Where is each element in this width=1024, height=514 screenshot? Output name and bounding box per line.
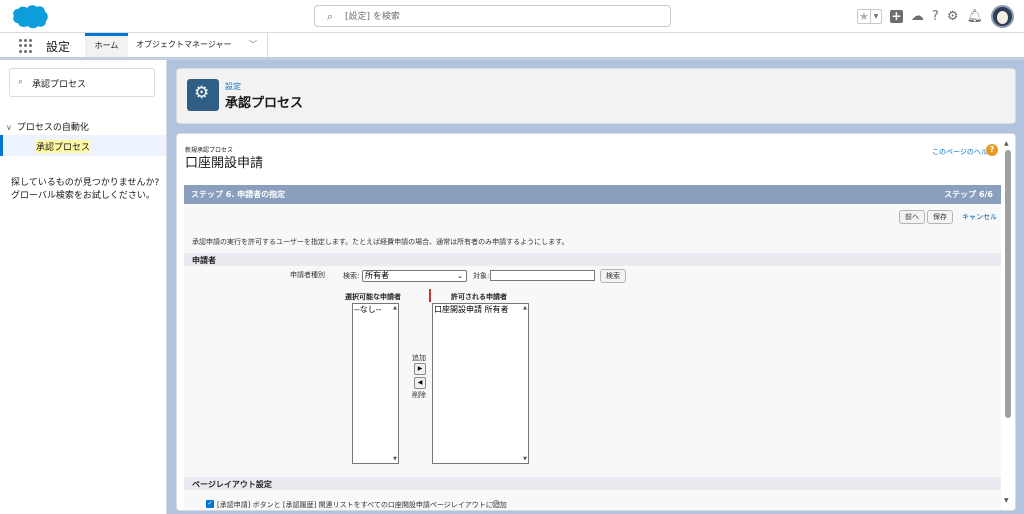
quick-find-value: 承認プロセス bbox=[32, 80, 87, 90]
target-label: 対象: bbox=[473, 272, 490, 280]
setup-page-icon: ⚙ bbox=[187, 79, 219, 111]
available-submitters-list[interactable]: --なし-- ▲ ▼ bbox=[352, 303, 399, 464]
remove-label: 削除 bbox=[412, 391, 426, 399]
chevron-down-icon[interactable]: ﹀ bbox=[249, 33, 257, 57]
sidebar-item-label: 承認プロセス bbox=[36, 140, 91, 153]
favorites-star-icon[interactable]: ★ bbox=[856, 9, 871, 24]
trailhead-icon[interactable]: ☁ bbox=[911, 10, 924, 23]
scroll-up-icon[interactable]: ▲ bbox=[1004, 140, 1009, 147]
previous-button[interactable]: 前へ bbox=[899, 210, 925, 224]
scroll-down-icon[interactable]: ▼ bbox=[523, 456, 527, 462]
step-description: 承認申請の実行を許可するユーザーを指定します。たとえば経費申請の場合、通常は所有… bbox=[192, 238, 569, 246]
add-to-layout-label: [承認申請] ボタンと [承認履歴] 関連リストをすべての口座開設申請ページレイ… bbox=[217, 501, 507, 509]
list-item[interactable]: --なし-- bbox=[354, 304, 382, 315]
allowed-submitters-list[interactable]: 口座開設申請 所有者 ▲ ▼ bbox=[432, 303, 529, 464]
page-title: 承認プロセス bbox=[225, 96, 304, 111]
page-layout-section-title: ページレイアウト設定 bbox=[192, 480, 272, 489]
submitter-type-label: 申請者種別 bbox=[290, 271, 325, 279]
header-utility-icons: ★ ▼ + ☁ ? ⚙ 🔔︎ bbox=[856, 4, 1014, 29]
required-indicator bbox=[429, 289, 431, 302]
submitters-section-header: 申請者 bbox=[184, 253, 1001, 266]
list-item[interactable]: 口座開設申請 所有者 bbox=[434, 304, 509, 315]
notifications-bell-icon[interactable]: 🔔︎ bbox=[966, 10, 983, 23]
help-icon[interactable]: ? bbox=[932, 10, 939, 23]
scroll-up-icon[interactable]: ▲ bbox=[393, 305, 397, 311]
remove-arrow-button[interactable]: ◀ bbox=[414, 377, 426, 389]
breadcrumb[interactable]: 設定 bbox=[225, 81, 241, 92]
allowed-submitters-header: 許可される申請者 bbox=[451, 293, 507, 301]
page-layout-section-header: ページレイアウト設定 bbox=[184, 477, 1001, 490]
search-icon: ⌕ bbox=[18, 77, 24, 87]
step-header: ステップ 6. 申請者の指定 ステップ 6/6 bbox=[184, 185, 1001, 204]
main-content: 新規承認プロセス 口座開設申請 このページのヘルプ ? ▲ ▼ ステップ 6. … bbox=[176, 133, 1016, 511]
global-search-input[interactable] bbox=[345, 9, 645, 24]
step-body bbox=[184, 204, 1001, 510]
favorites-dropdown-icon[interactable]: ▼ bbox=[870, 9, 882, 24]
sidebar-section-process-automation[interactable]: ∨ プロセスの自動化 bbox=[6, 120, 89, 133]
global-actions-icon[interactable]: + bbox=[889, 10, 903, 23]
global-header: ⌕ ★ ▼ + ☁ ? ⚙ 🔔︎ bbox=[0, 0, 1024, 33]
user-avatar[interactable] bbox=[991, 5, 1014, 28]
avatar-face bbox=[997, 11, 1008, 24]
add-label: 追加 bbox=[412, 354, 426, 362]
search-label: 検索: bbox=[343, 272, 360, 280]
content-title: 口座開設申請 bbox=[185, 156, 264, 171]
tab-home[interactable]: ホーム bbox=[85, 33, 128, 57]
target-search-input[interactable] bbox=[490, 270, 595, 281]
info-icon[interactable]: i bbox=[492, 500, 500, 508]
step-title: ステップ 6. 申請者の指定 bbox=[191, 190, 286, 199]
quick-find-input[interactable]: ⌕ 承認プロセス bbox=[9, 68, 155, 97]
scrollbar-thumb[interactable] bbox=[1005, 150, 1011, 418]
app-launcher-icon[interactable] bbox=[19, 39, 33, 53]
chevron-down-icon: ∨ bbox=[6, 123, 12, 132]
salesforce-logo[interactable] bbox=[11, 4, 49, 29]
app-name: 設定 bbox=[46, 40, 71, 54]
add-arrow-button[interactable]: ▶ bbox=[414, 363, 426, 375]
global-search[interactable]: ⌕ bbox=[314, 5, 671, 27]
scrollbar[interactable]: ▲ ▼ bbox=[1002, 134, 1014, 510]
submitter-type-select[interactable]: 所有者 ⌄ bbox=[362, 270, 467, 282]
scroll-down-icon[interactable]: ▼ bbox=[1004, 497, 1009, 504]
app-nav-bar: 設定 ホーム オブジェクトマネージャー ﹀ bbox=[0, 33, 1024, 60]
chevron-down-icon: ⌄ bbox=[457, 272, 463, 280]
setup-sidebar: ⌕ 承認プロセス ∨ プロセスの自動化 承認プロセス 探しているものが見つかりませ… bbox=[0, 60, 167, 514]
cancel-link[interactable]: キャンセル bbox=[962, 212, 997, 222]
save-button[interactable]: 保存 bbox=[927, 210, 953, 224]
find-button[interactable]: 検索 bbox=[600, 269, 626, 283]
setup-gear-icon[interactable]: ⚙ bbox=[947, 10, 959, 23]
sidebar-item-approval-processes[interactable]: 承認プロセス bbox=[0, 135, 166, 156]
submitters-section-title: 申請者 bbox=[192, 256, 216, 265]
sidebar-help-text: 探しているものが見つかりませんか? グローバル検索をお試しください。 bbox=[11, 178, 160, 201]
gear-icon: ⚙ bbox=[194, 83, 210, 103]
page-header: ⚙ 設定 承認プロセス bbox=[176, 68, 1016, 124]
tab-object-manager[interactable]: オブジェクトマネージャー ﹀ bbox=[128, 33, 268, 57]
scroll-down-icon[interactable]: ▼ bbox=[393, 456, 397, 462]
favorites-control: ★ ▼ bbox=[856, 9, 882, 24]
tab-object-manager-label: オブジェクトマネージャー bbox=[136, 40, 232, 49]
available-submitters-header: 選択可能な申請者 bbox=[345, 293, 401, 301]
submitter-type-select-value: 所有者 bbox=[365, 271, 389, 280]
add-to-layout-checkbox[interactable]: ✓ bbox=[206, 500, 214, 508]
help-icon[interactable]: ? bbox=[986, 144, 998, 156]
scroll-up-icon[interactable]: ▲ bbox=[523, 305, 527, 311]
sidebar-section-label: プロセスの自動化 bbox=[16, 123, 89, 133]
search-icon: ⌕ bbox=[327, 10, 334, 23]
step-count: ステップ 6/6 bbox=[944, 190, 993, 199]
